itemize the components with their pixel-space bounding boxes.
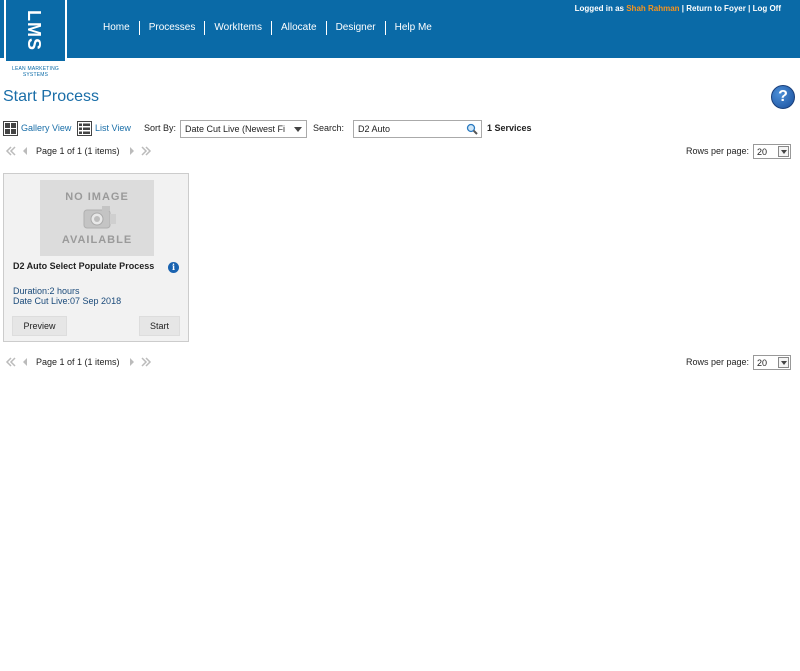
info-icon[interactable]: i: [168, 262, 179, 273]
rows-per-page-top: Rows per page: 20: [686, 143, 791, 159]
prev-page-icon[interactable]: [19, 356, 31, 368]
grid-icon: [3, 120, 18, 136]
rows-per-page-bottom: Rows per page: 20: [686, 354, 791, 370]
rows-per-page-select[interactable]: 20: [753, 354, 791, 370]
rows-per-page-value: 20: [757, 357, 768, 368]
lms-logo[interactable]: LMS: [4, 0, 67, 63]
nav-help-me[interactable]: Help Me: [386, 20, 441, 36]
first-page-icon[interactable]: [5, 356, 17, 368]
available-text: AVAILABLE: [61, 234, 133, 246]
chevron-down-icon: [778, 356, 789, 368]
nav-processes[interactable]: Processes: [140, 20, 205, 36]
list-icon: [77, 120, 92, 136]
process-date-cut-live: Date Cut Live:07 Sep 2018: [13, 296, 122, 306]
nav-home[interactable]: Home: [94, 20, 139, 36]
search-value: D2 Auto: [358, 124, 391, 134]
rows-per-page-select[interactable]: 20: [753, 143, 791, 159]
sort-by-value: Date Cut Live (Newest Fi: [185, 124, 286, 134]
no-image-text: NO IMAGE: [65, 191, 129, 203]
preview-button[interactable]: Preview: [12, 316, 67, 336]
chevron-down-icon: [778, 145, 789, 157]
gallery-view-label: Gallery View: [21, 123, 72, 133]
logo-subtitle: LEAN MARKETING SYSTEMS: [12, 66, 59, 78]
logo-text: LMS: [24, 10, 44, 51]
rows-per-page-value: 20: [757, 146, 768, 157]
nav-designer[interactable]: Designer: [327, 20, 385, 36]
toolbar: Gallery View List View Sort By: Date Cut…: [3, 119, 793, 139]
user-name-link[interactable]: Shah Rahman: [626, 4, 679, 13]
logged-in-label: Logged in as: [574, 4, 624, 13]
pager-top: Page 1 of 1 (1 items): [5, 143, 154, 159]
rows-per-page-label: Rows per page:: [685, 146, 749, 156]
return-to-foyer-link[interactable]: Return to Foyer: [686, 4, 746, 13]
nav-workitems[interactable]: WorkItems: [205, 20, 271, 36]
sort-by-select[interactable]: Date Cut Live (Newest Fi: [180, 120, 307, 138]
no-image-placeholder: NO IMAGE AVAILABLE: [40, 180, 154, 256]
help-icon[interactable]: ?: [771, 85, 795, 109]
services-count: 1 Services: [487, 123, 532, 133]
user-bar-separator: |: [748, 4, 751, 13]
gallery-view-button[interactable]: Gallery View: [3, 119, 71, 137]
start-button[interactable]: Start: [139, 316, 180, 336]
search-label: Search:: [313, 123, 345, 133]
process-title: D2 Auto Select Populate Process: [13, 261, 155, 271]
sort-by-label: Sort By:: [144, 123, 177, 133]
app-header: LMS Home Processes WorkItems Allocate De…: [0, 0, 800, 63]
next-page-icon[interactable]: [126, 356, 138, 368]
first-page-icon[interactable]: [5, 145, 17, 157]
rows-per-page-label: Rows per page:: [685, 357, 749, 367]
main-nav: Home Processes WorkItems Allocate Design…: [94, 20, 441, 36]
log-off-link[interactable]: Log Off: [753, 4, 781, 13]
chevron-down-icon: [294, 127, 302, 132]
user-bar: Logged in as Shah Rahman | Return to Foy…: [575, 4, 781, 13]
pager-bottom: Page 1 of 1 (1 items): [5, 354, 154, 370]
page-info: Page 1 of 1 (1 items): [36, 146, 120, 156]
nav-allocate[interactable]: Allocate: [272, 20, 326, 36]
user-bar-separator: |: [681, 4, 685, 13]
list-view-label: List View: [95, 123, 131, 133]
list-view-button[interactable]: List View: [77, 119, 131, 137]
last-page-icon[interactable]: [140, 145, 152, 157]
last-page-icon[interactable]: [140, 356, 152, 368]
camera-icon: [83, 206, 116, 229]
process-duration: Duration:2 hours: [13, 286, 80, 296]
prev-page-icon[interactable]: [19, 145, 31, 157]
page-info: Page 1 of 1 (1 items): [36, 357, 120, 367]
process-card: NO IMAGE AVAILABLE D2 Auto Select Popula…: [3, 173, 189, 342]
search-input[interactable]: D2 Auto: [353, 120, 482, 138]
page-title: Start Process: [3, 88, 100, 105]
next-page-icon[interactable]: [126, 145, 138, 157]
search-icon[interactable]: [466, 123, 478, 135]
